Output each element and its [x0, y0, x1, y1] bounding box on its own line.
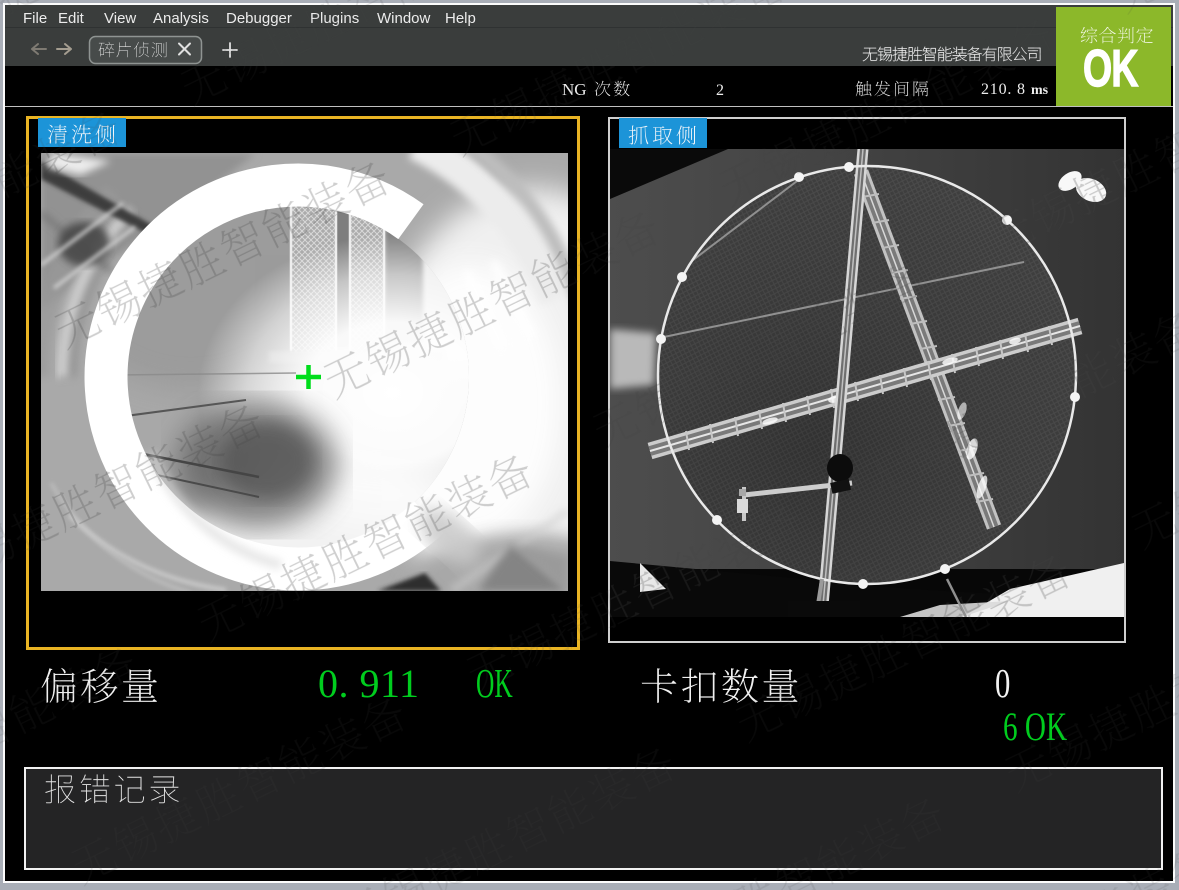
svg-text:NG: NG — [562, 80, 587, 99]
svg-text:OK: OK — [476, 662, 513, 706]
svg-text:0. 911: 0. 911 — [318, 661, 420, 706]
svg-text:ms: ms — [1031, 83, 1049, 98]
svg-text:2: 2 — [716, 82, 724, 99]
svg-text:OK: OK — [1083, 39, 1139, 98]
svg-text:210. 8: 210. 8 — [981, 81, 1026, 98]
svg-text:0: 0 — [995, 661, 1010, 706]
svg-text:6 OK: 6 OK — [1003, 705, 1067, 750]
